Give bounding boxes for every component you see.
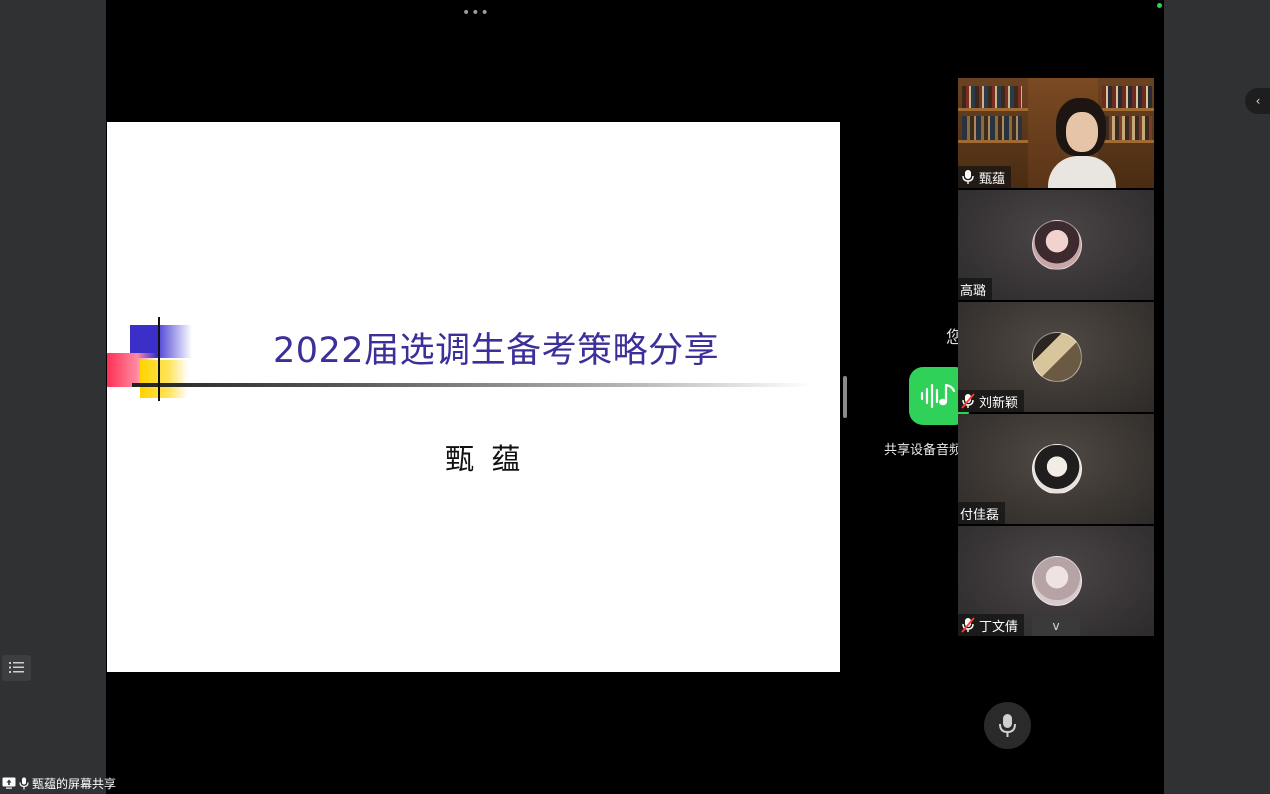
chevron-left-icon: ‹ — [1255, 94, 1261, 108]
participant-name: 付佳磊 — [960, 507, 1000, 523]
microphone-muted-icon — [961, 393, 975, 409]
avatar — [1032, 556, 1082, 606]
shelf-plank — [1098, 108, 1154, 111]
microphone-icon — [999, 714, 1016, 737]
screen-share-status: 甄蕴的屏幕共享 — [2, 774, 116, 792]
screen-share-icon — [2, 777, 16, 789]
participant-name: 甄蕴 — [979, 171, 1006, 187]
sound-wave-music-icon — [920, 383, 956, 409]
participant-name: 刘新颖 — [979, 395, 1019, 411]
participant-list-button[interactable] — [2, 655, 31, 681]
right-side-panel — [1164, 0, 1270, 794]
books-row — [962, 86, 1022, 108]
participant-tile[interactable]: 刘新颖 — [958, 302, 1154, 412]
avatar — [1032, 332, 1082, 382]
microphone-muted-icon — [961, 617, 975, 633]
participant-name-tag: 丁文倩 — [958, 614, 1025, 636]
shelf-plank — [958, 108, 1028, 111]
participant-gallery: 甄蕴 高璐 刘新颖 付佳磊 丁文倩 v — [958, 78, 1155, 639]
participant-name: 高璐 — [960, 283, 987, 299]
slide-title: 2022届选调生备考策略分享 — [273, 331, 720, 371]
participant-tile[interactable]: 付佳磊 — [958, 414, 1154, 524]
avatar — [1032, 220, 1082, 270]
books-row — [1102, 86, 1152, 108]
chevron-down-icon: v — [1052, 619, 1060, 633]
slide-decor-horizontal-line — [132, 383, 812, 387]
microphone-icon — [962, 170, 974, 184]
participant-name-tag: 刘新颖 — [958, 390, 1025, 412]
participant-tile-video[interactable]: 甄蕴 — [958, 78, 1154, 188]
person-face — [1066, 112, 1098, 152]
books-row — [962, 116, 1022, 140]
slide-decor-yellow-square — [140, 360, 188, 398]
slide-decor-blue-fade — [160, 325, 192, 358]
microphone-toggle-button[interactable] — [984, 702, 1031, 749]
slide-decor-vertical-line — [158, 317, 160, 401]
participant-tile[interactable]: 高璐 — [958, 190, 1154, 300]
shelf-plank — [958, 140, 1028, 143]
status-indicator-dot — [1157, 3, 1162, 8]
list-icon — [9, 662, 24, 673]
more-options-button[interactable]: ••• — [462, 5, 490, 21]
participant-name-tag: 高璐 — [958, 278, 993, 300]
participant-name-tag: 付佳磊 — [958, 502, 1006, 524]
participant-name: 丁文倩 — [979, 619, 1019, 635]
share-device-audio-label: 共享设备音频 — [884, 443, 963, 458]
microphone-icon — [19, 777, 29, 789]
screen-share-label: 甄蕴的屏幕共享 — [32, 776, 117, 791]
shelf-plank — [1098, 140, 1154, 143]
participant-name-tag: 甄蕴 — [958, 166, 1012, 188]
split-view-drag-handle[interactable] — [843, 376, 847, 418]
expand-gallery-button[interactable]: v — [1032, 616, 1080, 636]
books-row — [1102, 116, 1152, 140]
slide-author: 甄 蕴 — [445, 442, 525, 476]
avatar — [1032, 444, 1082, 494]
collapse-panel-button[interactable]: ‹ — [1245, 88, 1270, 114]
shared-slide: 2022届选调生备考策略分享 甄 蕴 — [107, 122, 840, 672]
